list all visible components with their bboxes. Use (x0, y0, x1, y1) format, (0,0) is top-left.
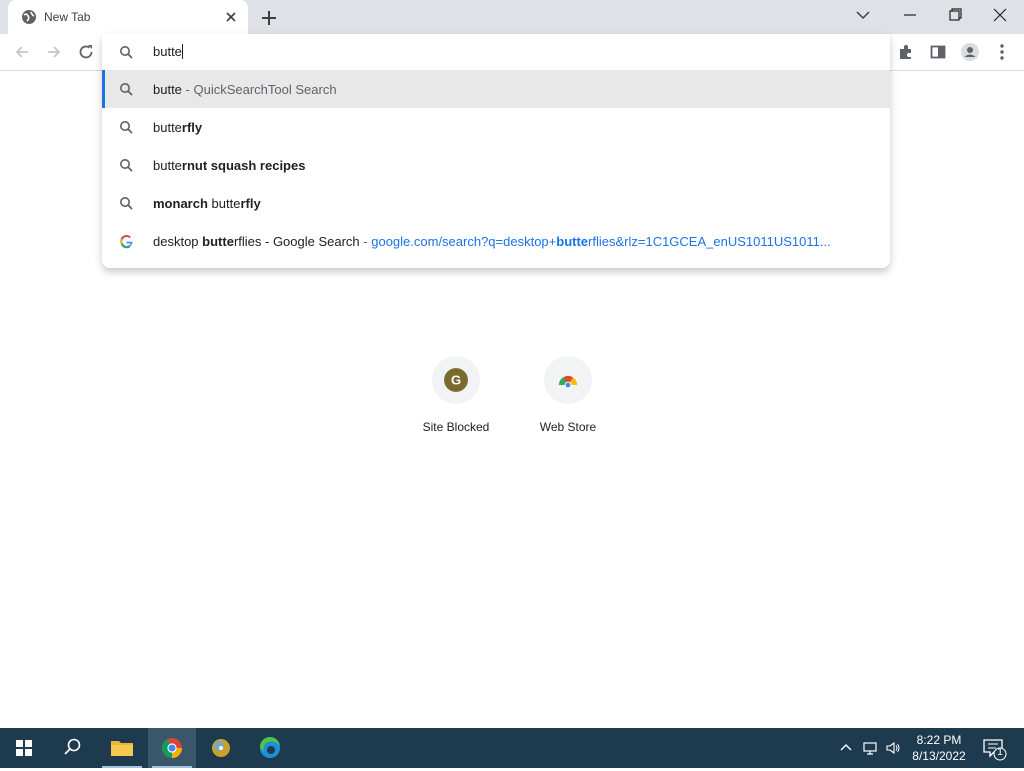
windows-start-button[interactable] (0, 728, 48, 768)
taskbar-file-explorer[interactable] (98, 728, 146, 768)
search-icon (120, 197, 133, 210)
restore-button[interactable] (945, 7, 965, 23)
suggestion-url-part: rflies&rlz=1C1GCEA_enUS1011US1011... (588, 234, 831, 249)
suggestion-text: butte (153, 120, 182, 135)
omnibox-dropdown: butte butte - QuickSearchTool Search but… (102, 34, 890, 268)
extensions-icon[interactable] (896, 42, 916, 62)
search-icon (120, 83, 133, 96)
svg-text:G: G (451, 373, 461, 388)
clock-time: 8:22 PM (916, 733, 962, 747)
letter-g-favicon-icon: G (444, 368, 468, 392)
suggestion-text: butte (153, 82, 182, 97)
suggestion-match: rnut squash recipes (181, 158, 306, 173)
suggestion-separator: - (181, 82, 194, 97)
search-icon (120, 159, 133, 172)
suggestion-text: butte (153, 158, 182, 173)
edge-icon (259, 736, 280, 758)
minimize-button[interactable] (900, 7, 920, 23)
suggestion-url-part: google.com/search?q=desktop+ (371, 234, 557, 249)
forward-button[interactable] (44, 42, 64, 62)
suggestion-text: desktop (153, 234, 203, 249)
suggestion-description: QuickSearchTool Search (193, 82, 337, 97)
taskbar-edge[interactable] (246, 728, 294, 768)
suggestion-row[interactable]: monarch butterfly (102, 184, 890, 222)
volume-icon[interactable] (885, 740, 901, 756)
suggestion-match: butte (202, 234, 234, 249)
windows-taskbar: 8:22 PM 8/13/2022 1 (0, 728, 1024, 768)
shortcut-label: Site Blocked (422, 420, 490, 434)
shortcut-tile (544, 356, 592, 404)
taskbar-search-icon[interactable] (48, 728, 96, 768)
new-tab-button[interactable] (259, 8, 279, 28)
omnibox-query-text: butte (153, 44, 182, 59)
suggestion-text: butte (207, 196, 241, 211)
close-tab-icon[interactable] (224, 10, 238, 24)
close-window-button[interactable] (990, 7, 1010, 23)
shortcut-site-blocked[interactable]: G Site Blocked (400, 356, 512, 446)
tab-strip: New Tab (0, 0, 1024, 34)
suggestion-url: google.com/search?q=desktop+butterflies&… (371, 234, 830, 249)
taskbar-app[interactable] (197, 728, 245, 768)
suggestion-row[interactable]: butte - QuickSearchTool Search (102, 70, 890, 108)
tray-chevron-up-icon[interactable] (838, 740, 854, 756)
side-panel-icon[interactable] (928, 42, 948, 62)
network-icon[interactable] (862, 740, 878, 756)
system-clock[interactable]: 8:22 PM 8/13/2022 (903, 732, 975, 764)
notification-count-badge: 1 (997, 747, 1003, 758)
search-icon (120, 46, 133, 59)
chrome-web-store-icon (559, 376, 577, 389)
suggestion-separator: - (359, 234, 372, 249)
search-icon (120, 121, 133, 134)
suggestion-row[interactable]: butternut squash recipes (102, 146, 890, 184)
action-center-button[interactable]: 1 (980, 728, 1020, 768)
suggestion-match: monarch (153, 196, 208, 211)
chrome-icon (161, 738, 183, 759)
suggestion-text: rflies - Google Search (233, 234, 360, 249)
profile-avatar-icon[interactable] (960, 42, 980, 62)
shortcut-web-store[interactable]: Web Store (512, 356, 624, 446)
suggestion-match: rfly (240, 196, 261, 211)
tab-new-tab[interactable]: New Tab (8, 0, 248, 34)
clock-date: 8/13/2022 (912, 749, 966, 763)
tab-search-chevron-icon[interactable] (853, 7, 873, 23)
suggestion-row[interactable]: butterfly (102, 108, 890, 146)
google-g-icon (120, 234, 133, 249)
suggestion-url-match: butte (556, 234, 589, 249)
suggestion-row-history[interactable]: desktop butterflies - Google Search - go… (102, 222, 890, 260)
text-caret (181, 44, 183, 59)
app-disc-icon (212, 739, 230, 757)
menu-kebab-icon[interactable] (992, 42, 1012, 62)
taskbar-chrome[interactable] (148, 728, 196, 768)
reload-button[interactable] (76, 42, 96, 62)
tab-title: New Tab (44, 10, 91, 24)
globe-icon (22, 10, 36, 24)
shortcut-label: Web Store (539, 420, 597, 434)
suggestion-match: rfly (181, 120, 203, 135)
back-button[interactable] (12, 42, 32, 62)
shortcut-tile: G (432, 356, 480, 404)
folder-icon (111, 741, 133, 756)
omnibox-input[interactable]: butte (102, 34, 890, 70)
